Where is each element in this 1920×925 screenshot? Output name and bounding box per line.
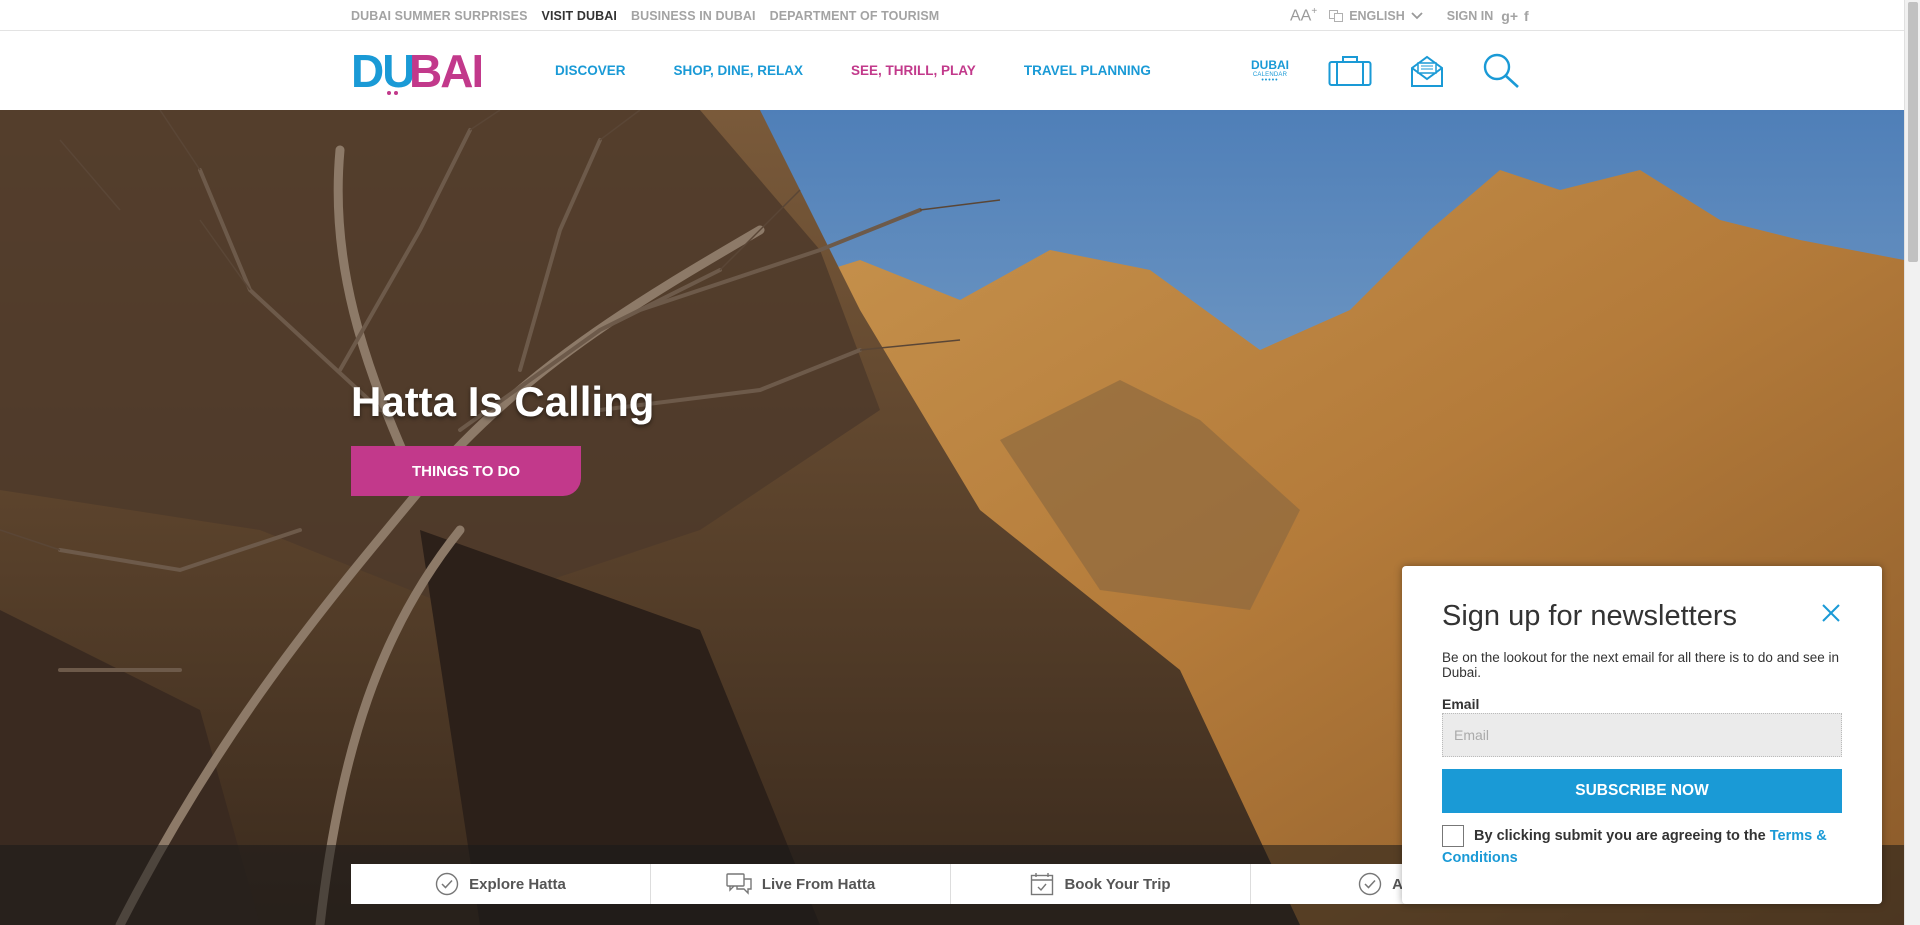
subscribe-now-button[interactable]: SUBSCRIBE NOW (1442, 769, 1842, 813)
check-circle-icon (1358, 872, 1382, 896)
calendar-dots: ••••• (1261, 76, 1279, 84)
font-size-plus: + (1311, 5, 1318, 17)
link-business-in-dubai[interactable]: BUSINESS IN DUBAI (631, 9, 756, 23)
newsletter-icon[interactable] (1410, 54, 1444, 88)
page-scrollbar[interactable] (1904, 0, 1920, 925)
chevron-down-icon (1411, 11, 1423, 19)
calendar-icon (1031, 873, 1054, 896)
newsletter-description: Be on the lookout for the next email for… (1442, 650, 1839, 680)
font-size-toggle[interactable]: AA+ (1290, 6, 1317, 25)
main-header: DU BAI DISCOVER SHOP, DINE, RELAX SEE, T… (0, 31, 1904, 110)
dubai-calendar-link[interactable]: DUBAI CALENDAR ••••• (1246, 58, 1294, 84)
svg-text:DU: DU (351, 47, 413, 95)
link-department-of-tourism[interactable]: DEPARTMENT OF TOURISM (770, 9, 940, 23)
header-icons: DUBAI CALENDAR ••••• (1246, 31, 1558, 110)
tab-label: Book Your Trip (1064, 875, 1171, 893)
nav-see-thrill-play[interactable]: SEE, THRILL, PLAY (851, 63, 976, 78)
main-nav: DISCOVER SHOP, DINE, RELAX SEE, THRILL, … (555, 31, 1199, 110)
terms-checkbox[interactable] (1442, 825, 1464, 847)
nav-discover[interactable]: DISCOVER (555, 63, 626, 78)
close-icon[interactable] (1820, 602, 1842, 624)
translate-icon (1329, 9, 1344, 22)
newsletter-title: Sign up for newsletters (1442, 600, 1737, 632)
email-label: Email (1442, 696, 1480, 712)
top-utility-bar: DUBAI SUMMER SURPRISES VISIT DUBAI BUSIN… (0, 0, 1904, 31)
nav-travel-planning[interactable]: TRAVEL PLANNING (1024, 63, 1151, 78)
link-dubai-summer-surprises[interactable]: DUBAI SUMMER SURPRISES (351, 9, 528, 23)
check-circle-icon (435, 872, 459, 896)
font-size-label: AA (1290, 7, 1312, 25)
google-plus-icon[interactable]: g+ (1501, 8, 1518, 24)
newsletter-popup: Sign up for newsletters Be on the lookou… (1402, 566, 1882, 904)
utility-right: AA+ ENGLISH SIGN IN g+ f (1290, 0, 1535, 31)
dubai-logo[interactable]: DU BAI (351, 45, 484, 97)
tab-explore-hatta[interactable]: Explore Hatta (351, 864, 651, 904)
chat-icon (726, 873, 752, 895)
tab-label: Live From Hatta (761, 875, 876, 893)
tab-label: Explore Hatta (469, 875, 566, 893)
terms-text: By clicking submit you are agreeing to t… (1442, 825, 1852, 869)
facebook-icon[interactable]: f (1524, 8, 1529, 24)
portal-links: DUBAI SUMMER SURPRISES VISIT DUBAI BUSIN… (351, 0, 939, 31)
scrollbar-thumb[interactable] (1908, 2, 1918, 262)
terms-prefix: By clicking submit you are agreeing to t… (1474, 828, 1766, 844)
language-label: ENGLISH (1349, 8, 1405, 23)
language-selector[interactable]: ENGLISH (1329, 9, 1423, 23)
things-to-do-button[interactable]: THINGS TO DO (351, 446, 581, 496)
tab-book-your-trip[interactable]: Book Your Trip (951, 864, 1251, 904)
email-field[interactable] (1442, 713, 1842, 757)
suitcase-icon[interactable] (1328, 55, 1372, 87)
bottom-tabs: Explore Hatta Live From Hatta Book Your … (351, 864, 1551, 904)
hero-title: Hatta Is Calling (351, 378, 655, 425)
calendar-line1: DUBAI (1251, 57, 1289, 72)
svg-text:BAI: BAI (409, 47, 481, 95)
nav-shop-dine-relax[interactable]: SHOP, DINE, RELAX (674, 63, 804, 78)
sign-in-link[interactable]: SIGN IN (1447, 9, 1494, 23)
link-visit-dubai[interactable]: VISIT DUBAI (542, 9, 617, 23)
tab-live-from-hatta[interactable]: Live From Hatta (651, 864, 951, 904)
search-icon[interactable] (1482, 52, 1520, 90)
